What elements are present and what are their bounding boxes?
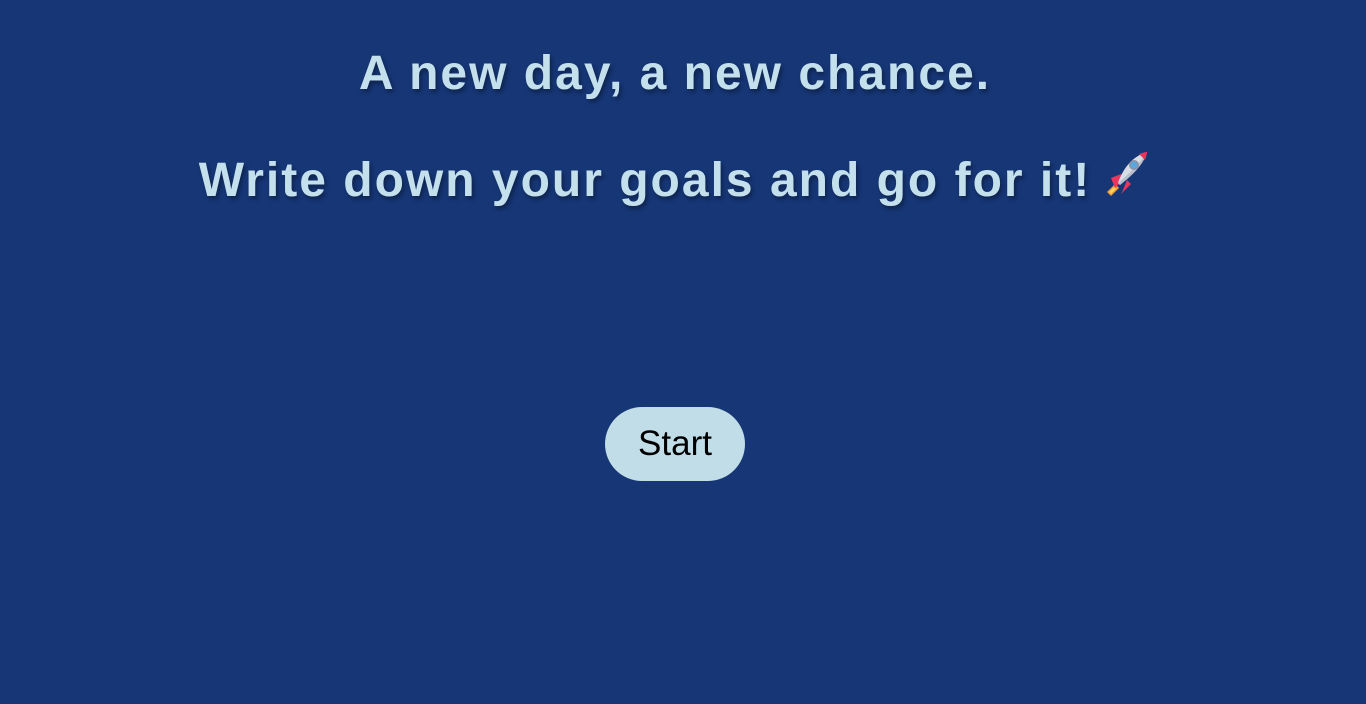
headline-line-two-text: Write down your goals and go for it! xyxy=(198,154,1092,207)
start-button[interactable]: Start xyxy=(605,407,745,481)
page: A new day, a new chance. Write down your… xyxy=(0,0,1366,704)
headline-line-two: Write down your goals and go for it! xyxy=(0,148,1350,213)
headline-line-one: A new day, a new chance. xyxy=(358,47,992,100)
rocket-icon xyxy=(1101,148,1151,213)
